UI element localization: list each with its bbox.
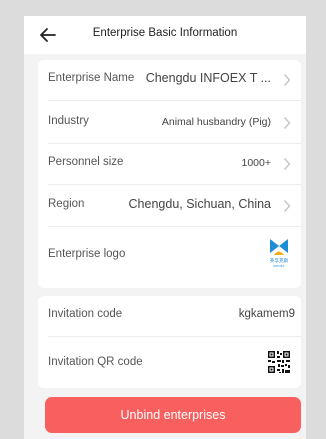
personnel-size-value: 1000+ [241,157,272,169]
app-screen: Enterprise Basic Information Enterprise … [24,16,306,439]
qr-code-icon[interactable] [267,350,291,374]
invitation-code-label: Invitation code [48,308,123,320]
enterprise-info-card: Enterprise Name Chengdu INFOEX T ... Ind… [38,60,301,288]
page-title: Enterprise Basic Information [92,27,238,39]
enterprise-name-value: Chengdu INFOEX T ... [145,71,271,85]
invitation-card: Invitation code kgkamem9 Invitation QR c… [38,296,301,388]
region-label: Region [48,198,85,210]
invitation-qr-label: Invitation QR code [48,356,143,368]
unbind-enterprises-button[interactable]: Unbind enterprises [45,397,301,433]
chevron-right-icon [283,158,291,170]
personnel-size-row[interactable]: Personnel size 1000+ [48,144,301,185]
personnel-size-label: Personnel size [48,156,124,168]
industry-value: Animal husbandry (Pig) [161,116,271,128]
region-value: Chengdu, Sichuan, China [128,197,271,211]
enterprise-name-row[interactable]: Enterprise Name Chengdu INFOEX T ... [48,60,301,101]
invitation-qr-row[interactable]: Invitation QR code [48,340,301,386]
invitation-code-row: Invitation code kgkamem9 [48,296,301,337]
invitation-code-value[interactable]: kgkamem9 [239,308,295,320]
enterprise-logo-row[interactable]: Enterprise logo 英孚克斯 INFOEX [48,230,301,282]
enterprise-logo-image: 英孚克斯 INFOEX [270,239,289,268]
enterprise-logo-label: Enterprise logo [48,248,126,260]
chevron-right-icon [283,74,291,86]
region-row[interactable]: Region Chengdu, Sichuan, China [48,186,301,227]
chevron-right-icon [283,200,291,212]
industry-row[interactable]: Industry Animal husbandry (Pig) [48,103,301,144]
header-bar: Enterprise Basic Information [24,16,306,54]
logo-subtext: INFOEX [273,264,284,268]
enterprise-name-label: Enterprise Name [48,72,135,84]
chevron-right-icon [283,117,291,129]
industry-label: Industry [48,115,89,127]
logo-text: 英孚克斯 [270,257,289,264]
